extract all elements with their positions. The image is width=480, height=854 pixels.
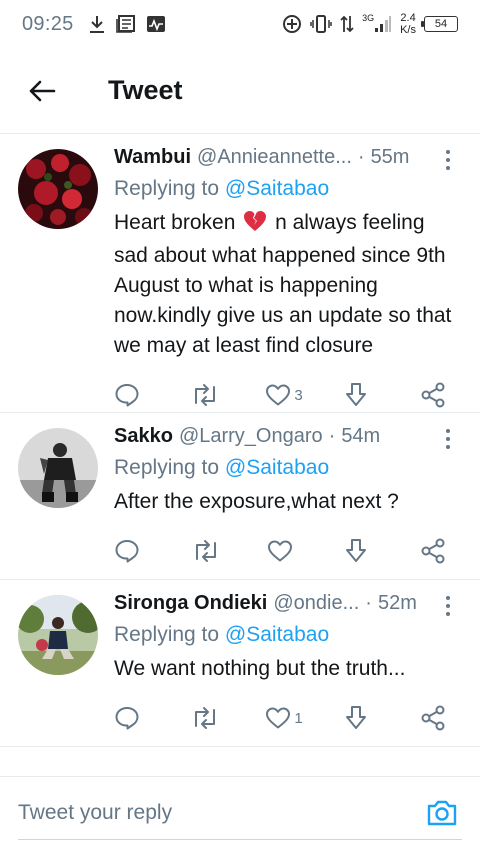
broken-heart-icon: [243, 210, 267, 241]
reply-input[interactable]: [18, 800, 422, 825]
tweet-time: 52m: [377, 592, 417, 614]
like-button[interactable]: [267, 539, 301, 563]
reply-underline: [18, 839, 462, 840]
speech-bubble-icon: [115, 540, 139, 563]
author-handle[interactable]: @Larry_Ongaro: [179, 425, 323, 448]
author-name[interactable]: Wambui: [114, 146, 191, 169]
reply-button[interactable]: [114, 383, 148, 407]
retweet-button[interactable]: [191, 539, 225, 563]
download-button[interactable]: [344, 538, 378, 564]
share-button[interactable]: [420, 705, 454, 731]
retweet-button[interactable]: [190, 706, 224, 730]
more-options-button[interactable]: [438, 427, 458, 451]
like-count: 3: [294, 386, 303, 404]
retweet-icon: [194, 384, 215, 406]
signal-icon: 3G: [362, 13, 392, 33]
tweet-text: After the exposure,what next ?: [114, 490, 399, 513]
meta-separator: ·: [365, 592, 372, 614]
net-speed: 2.4 K/s: [400, 12, 416, 36]
tweet-item[interactable]: Sakko @Larry_Ongaro · 54m Replying to @S…: [0, 413, 480, 580]
retweet-icon: [194, 707, 215, 729]
tweet-item[interactable]: Sironga Ondieki @ondie... · 52m Replying…: [0, 580, 480, 747]
tweet-meta: Sironga Ondieki @ondie... · 52m: [114, 592, 464, 618]
more-options-button[interactable]: [438, 594, 458, 618]
retweet-icon: [195, 540, 216, 562]
like-button[interactable]: 1: [265, 706, 303, 730]
speech-bubble-icon: [115, 384, 139, 407]
back-button[interactable]: [18, 67, 66, 115]
mention-link[interactable]: @Saitabao: [225, 456, 329, 479]
tweet-time: 55m: [370, 146, 410, 168]
author-name[interactable]: Sironga Ondieki: [114, 592, 267, 615]
download-button[interactable]: [344, 705, 378, 731]
heart-icon: [268, 540, 292, 562]
download-icon: [88, 14, 106, 34]
replying-to: Replying to @Saitabao: [114, 177, 330, 200]
share-button[interactable]: [420, 382, 454, 408]
activity-icon: [146, 15, 166, 33]
page-title: Tweet: [108, 75, 183, 105]
top-app-bar: Tweet: [0, 48, 480, 134]
camera-icon: [427, 800, 457, 825]
tweet-meta: Wambui @Annieannette... · 55m: [114, 146, 464, 172]
avatar[interactable]: [18, 428, 98, 508]
news-icon: [115, 15, 136, 33]
status-bar: 09:25 3G 2.4 K/s 54: [0, 0, 480, 48]
tweet-actions: 1: [114, 690, 464, 746]
author-name[interactable]: Sakko: [114, 425, 173, 448]
status-time: 09:25: [22, 12, 74, 35]
data-saver-icon: [282, 14, 302, 34]
data-transfer-icon: [340, 14, 354, 34]
meta-separator: ·: [328, 425, 336, 447]
battery-icon: 54: [421, 16, 458, 32]
share-button[interactable]: [420, 538, 454, 564]
reply-button[interactable]: [114, 706, 148, 730]
reply-composer: [0, 776, 480, 848]
meta-separator: ·: [357, 146, 365, 168]
download-button[interactable]: [344, 382, 378, 408]
author-handle[interactable]: @Annieannette...: [197, 146, 352, 169]
download-arrow-icon: [346, 383, 367, 406]
speech-bubble-icon: [115, 707, 139, 730]
replying-to: Replying to @Saitabao: [114, 623, 330, 646]
tweet-meta: Sakko @Larry_Ongaro · 54m: [114, 425, 464, 451]
camera-button[interactable]: [422, 793, 462, 833]
tweet-text: We want nothing but the truth...: [114, 657, 406, 680]
share-icon: [421, 538, 445, 564]
tweet-item[interactable]: Wambui @Annieannette... · 55m Replying t…: [0, 134, 480, 413]
share-icon: [421, 705, 445, 731]
retweet-button[interactable]: [190, 383, 224, 407]
tweet-text: Heart broken n always feeling sad about …: [114, 210, 452, 357]
avatar[interactable]: [18, 149, 98, 229]
heart-icon: [266, 384, 291, 406]
like-button[interactable]: 3: [265, 383, 303, 407]
author-handle[interactable]: @ondie...: [273, 592, 359, 615]
more-options-button[interactable]: [438, 148, 458, 172]
share-icon: [421, 382, 445, 408]
avatar[interactable]: [18, 595, 98, 675]
replies-list: Wambui @Annieannette... · 55m Replying t…: [0, 134, 480, 747]
download-arrow-icon: [345, 539, 366, 562]
heart-icon: [266, 707, 291, 729]
reply-button[interactable]: [114, 539, 148, 563]
replying-to: Replying to @Saitabao: [114, 456, 330, 479]
mention-link[interactable]: @Saitabao: [225, 177, 329, 200]
tweet-time: 54m: [341, 425, 381, 447]
download-arrow-icon: [346, 706, 367, 729]
arrow-left-icon: [29, 80, 56, 101]
tweet-actions: [114, 523, 464, 579]
mention-link[interactable]: @Saitabao: [225, 623, 329, 646]
like-count: 1: [294, 709, 303, 727]
vibrate-icon: [310, 14, 332, 34]
